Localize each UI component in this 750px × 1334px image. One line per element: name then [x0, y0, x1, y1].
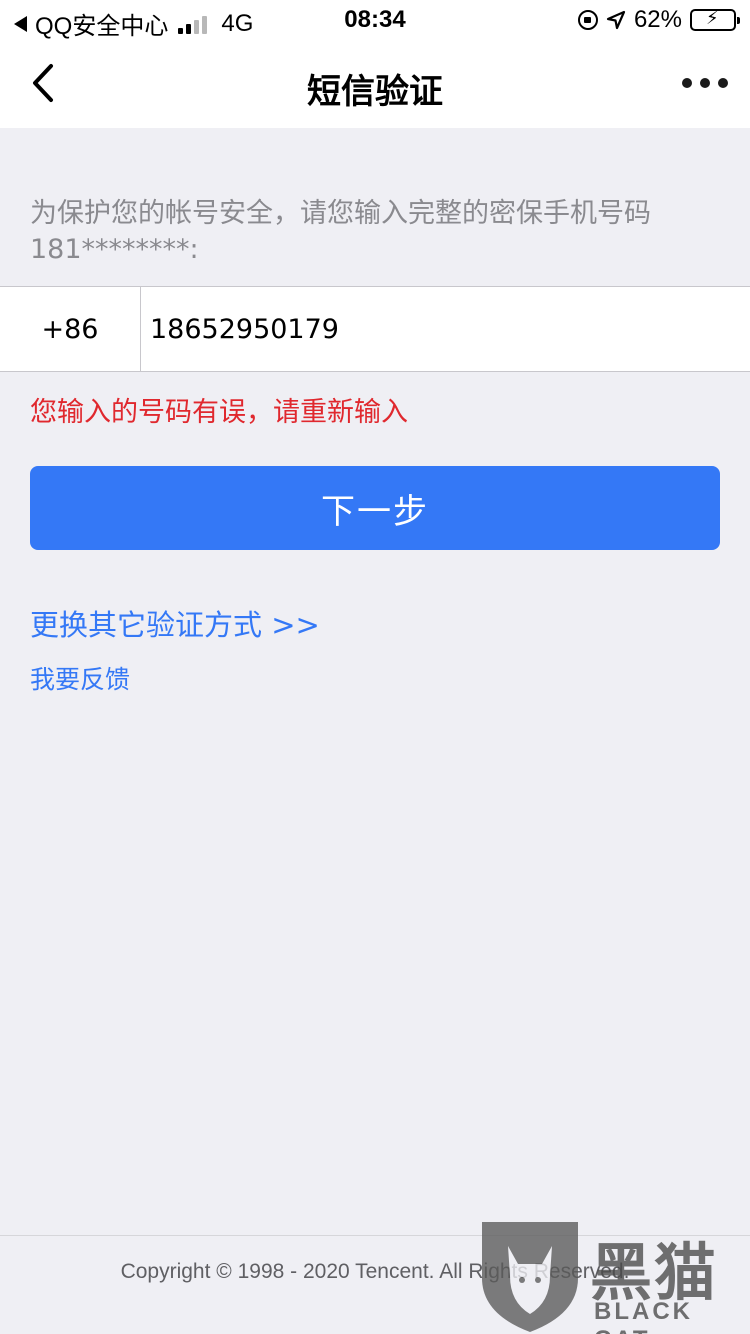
watermark-en-text: BLACK CAT [594, 1298, 693, 1334]
more-button[interactable] [680, 68, 730, 98]
more-dots-icon [700, 78, 710, 88]
nav-bar: 短信验证 [0, 40, 750, 128]
black-cat-logo-icon [482, 1222, 578, 1332]
more-dots-icon [718, 78, 728, 88]
signal-strength-icon [178, 14, 208, 34]
rotation-lock-icon [577, 10, 598, 30]
status-bar: QQ安全中心 4G 08:34 62% ⚡ [0, 0, 750, 40]
error-message: 您输入的号码有误，请重新输入 [30, 397, 408, 428]
chevron-left-icon [33, 64, 53, 102]
status-left: QQ安全中心 4G [14, 6, 253, 41]
phone-input[interactable] [141, 287, 750, 371]
phone-input-row: +86 [0, 286, 750, 372]
back-to-app-icon[interactable] [14, 15, 27, 32]
network-type: 4G [221, 9, 254, 37]
country-code[interactable]: +86 [0, 287, 141, 371]
feedback-link[interactable]: 我要反馈 [30, 660, 130, 696]
black-cat-watermark: 黑猫 BLACK CAT [478, 1218, 750, 1334]
back-button[interactable] [20, 58, 70, 108]
charging-bolt-icon: ⚡ [706, 8, 719, 28]
more-dots-icon [682, 78, 692, 88]
change-verification-method-link[interactable]: 更换其它验证方式 >> [30, 602, 320, 644]
battery-percent: 62% [633, 6, 682, 33]
next-button[interactable]: 下一步 [30, 466, 720, 550]
status-carrier[interactable]: QQ安全中心 [35, 6, 168, 41]
verification-hint: 为保护您的帐号安全，请您输入完整的密保手机号码181********: [30, 198, 651, 265]
battery-icon: ⚡ [690, 8, 740, 31]
status-right: 62% ⚡ [577, 6, 740, 34]
location-arrow-icon [606, 10, 626, 30]
page-title: 短信验证 [307, 72, 443, 112]
